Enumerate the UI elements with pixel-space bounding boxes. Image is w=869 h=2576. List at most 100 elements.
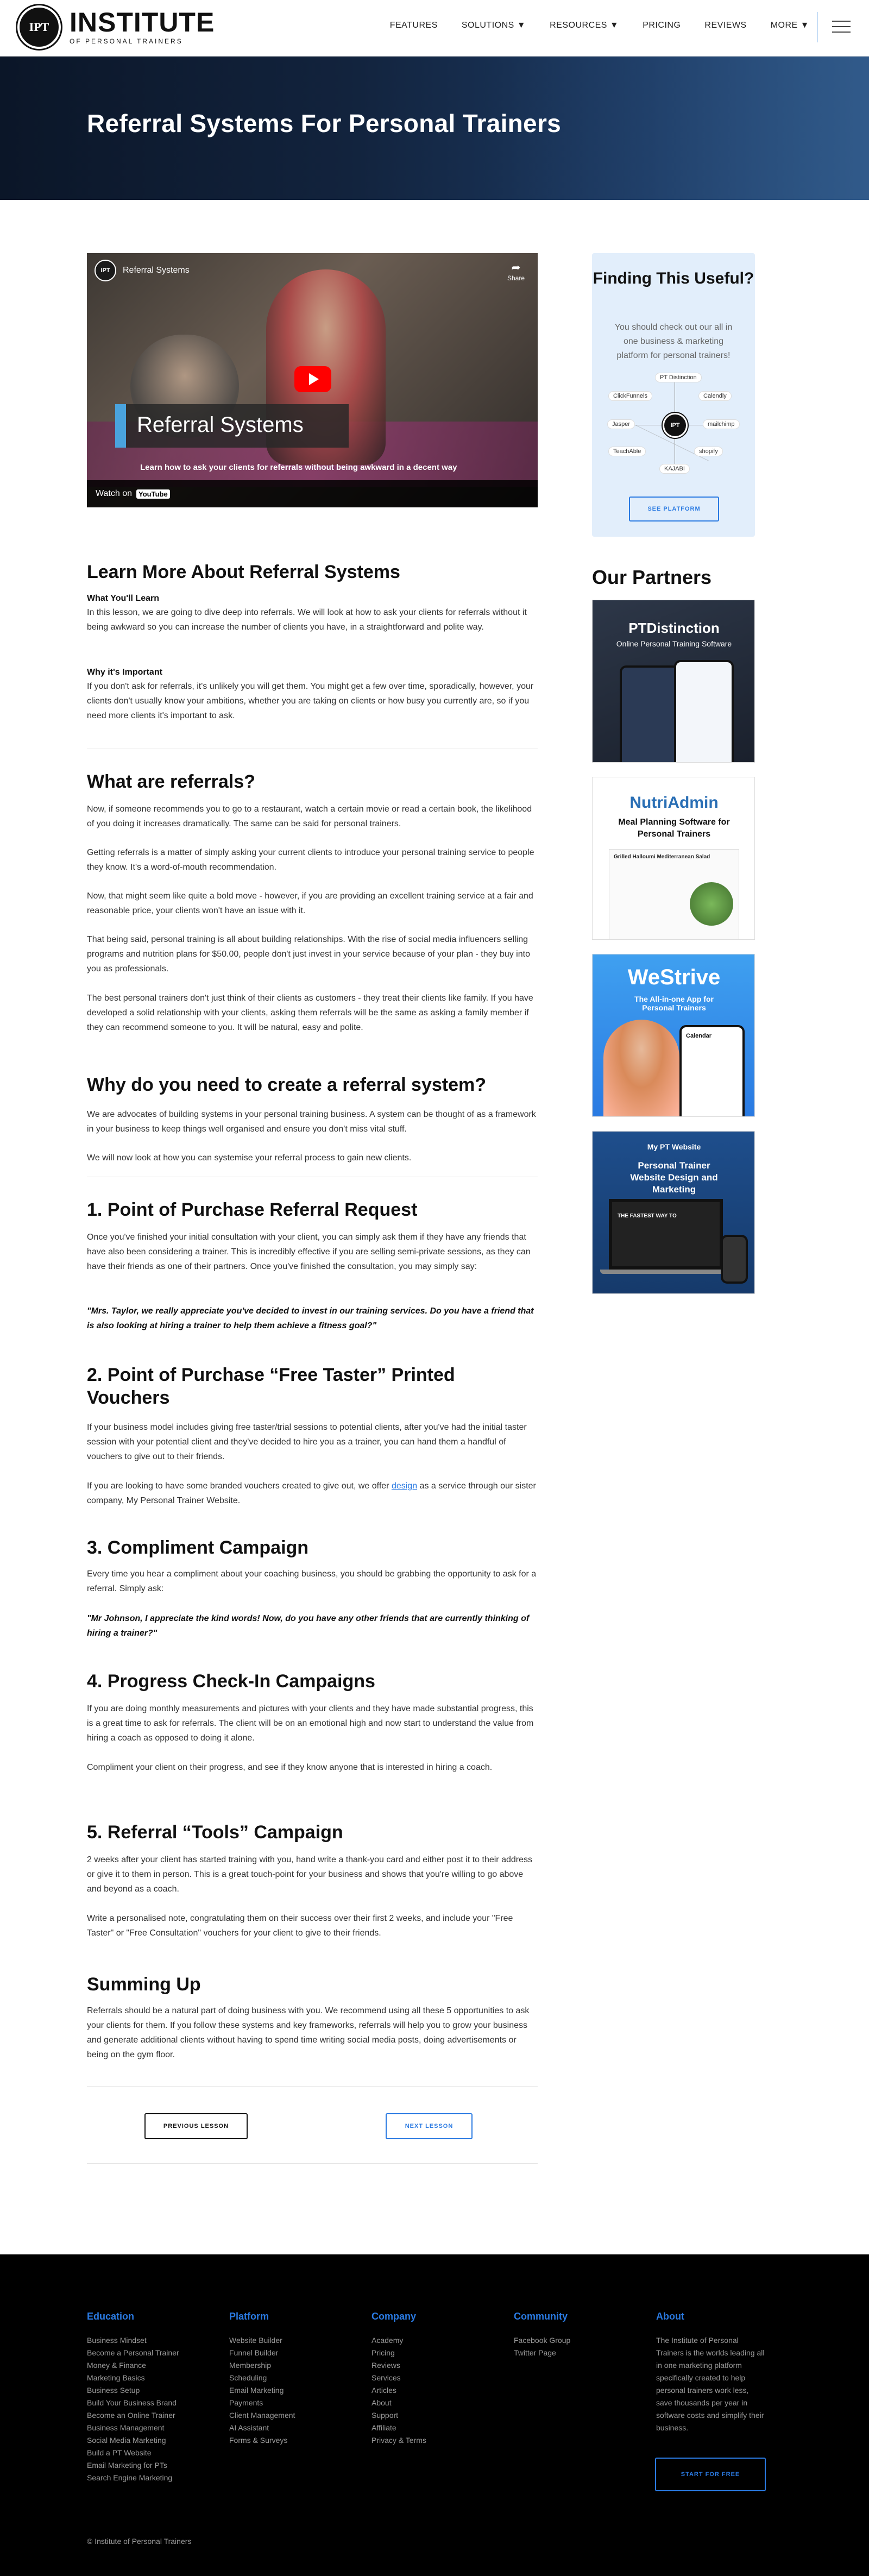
hamburger-menu-icon[interactable] [832, 21, 851, 34]
footer-link[interactable]: Articles [371, 2384, 426, 2397]
section-1-quote: "Mrs. Taylor, we really appreciate you'v… [87, 1306, 534, 1330]
footer-link[interactable]: Pricing [371, 2347, 426, 2359]
footer-link[interactable]: Become an Online Trainer [87, 2409, 179, 2422]
section-5-paragraph-2: Write a personalised note, congratulatin… [87, 1914, 513, 1938]
ad-logo: My PT Website [647, 1142, 701, 1151]
section-5-paragraph-1: 2 weeks after your client has started tr… [87, 1855, 532, 1894]
ad-title: NutriAdmin [629, 794, 719, 812]
ad-title: WeStrive [627, 965, 721, 989]
video-header: IPT Referral Systems [95, 260, 190, 281]
footer-link[interactable]: Become a Personal Trainer [87, 2347, 179, 2359]
footer-link[interactable]: Payments [229, 2397, 295, 2409]
section-1-paragraph: Once you've finished your initial consul… [87, 1233, 531, 1271]
partner-ad-ptdistinction[interactable]: PTDistinction Online Personal Training S… [592, 600, 755, 763]
hub-node-clickfunnels: ClickFunnels [608, 391, 652, 401]
section-2-paragraph-1: If your business model includes giving f… [87, 1423, 527, 1461]
site-logo[interactable]: IPT INSTITUTE OF PERSONAL TRAINERS [17, 5, 215, 49]
nav-features[interactable]: FEATURES [390, 21, 438, 30]
divider [87, 2086, 538, 2087]
footer-link[interactable]: Email Marketing for PTs [87, 2459, 179, 2472]
ad-title: Personal Trainer Website Design and Mark… [630, 1160, 718, 1195]
footer-link[interactable]: Business Management [87, 2422, 179, 2434]
why-text: If you don't ask for referrals, it's unl… [87, 682, 534, 720]
recipe-card: Grilled Halloumi Mediterranean Salad [609, 849, 739, 939]
footer-link[interactable]: Affiliate [371, 2422, 426, 2434]
footer-link[interactable]: Email Marketing [229, 2384, 295, 2397]
hub-logo: IPT [663, 413, 688, 438]
logo-badge: IPT [17, 5, 61, 49]
next-lesson-button[interactable]: NEXT LESSON [386, 2113, 473, 2139]
footer-link[interactable]: Academy [371, 2334, 426, 2347]
section-4-heading: 4. Progress Check-In Campaigns [87, 1671, 375, 1692]
play-icon [309, 373, 319, 385]
footer-link[interactable]: Twitter Page [514, 2347, 570, 2359]
section-3-paragraph: Every time you hear a compliment about y… [87, 1569, 537, 1593]
footer-link[interactable]: Support [371, 2409, 426, 2422]
footer-link[interactable]: Website Builder [229, 2334, 295, 2347]
nav-solutions[interactable]: SOLUTIONS ▼ [462, 21, 526, 30]
partner-ad-nutriadmin[interactable]: NutriAdmin Meal Planning Software for Pe… [592, 777, 755, 940]
watch-on-youtube[interactable]: Watch on YouTube [96, 489, 170, 499]
site-footer: Education Business Mindset Become a Pers… [0, 2254, 869, 2576]
footer-link[interactable]: Membership [229, 2359, 295, 2372]
why-label: Why it's Important [87, 668, 162, 677]
what-heading: What are referrals? [87, 771, 255, 792]
footer-link[interactable]: Facebook Group [514, 2334, 570, 2347]
footer-link[interactable]: Build Your Business Brand [87, 2397, 179, 2409]
ad-subtitle: Online Personal Training Software [616, 639, 732, 648]
footer-link[interactable]: Search Engine Marketing [87, 2472, 179, 2484]
nav-reviews[interactable]: REVIEWS [704, 21, 746, 30]
section-2-heading: 2. Point of Purchase “Free Taster” Print… [87, 1365, 455, 1408]
footer-column-about: About The Institute of Personal Trainers… [656, 2311, 765, 2434]
footer-link[interactable]: Scheduling [229, 2372, 295, 2384]
nav-more[interactable]: MORE ▼ [771, 21, 809, 30]
see-platform-button[interactable]: SEE PLATFORM [629, 497, 719, 522]
share-icon: ➦ [511, 262, 521, 274]
footer-link[interactable]: AI Assistant [229, 2422, 295, 2434]
hub-node-shopify: shopify [694, 447, 723, 456]
nav-pricing[interactable]: PRICING [643, 21, 681, 30]
footer-link[interactable]: Build a PT Website [87, 2447, 179, 2459]
learn-heading: Learn More About Referral Systems [87, 562, 400, 582]
lesson-content: IPT Referral Systems ➦ Share Referral Sys… [87, 253, 538, 2164]
video-embed[interactable]: IPT Referral Systems ➦ Share Referral Sys… [87, 253, 538, 507]
site-header: IPT INSTITUTE OF PERSONAL TRAINERS FEATU… [0, 0, 869, 56]
share-button[interactable]: ➦ Share [507, 261, 525, 282]
partners-heading: Our Partners [592, 566, 712, 588]
video-channel-title[interactable]: Referral Systems [123, 266, 190, 275]
start-for-free-button[interactable]: START FOR FREE [655, 2458, 766, 2491]
what-paragraph-4: That being said, personal training is al… [87, 935, 530, 973]
footer-link[interactable]: Money & Finance [87, 2359, 179, 2372]
hub-node-calendly: Calendly [698, 391, 732, 401]
partner-ad-mypt-website[interactable]: My PT Website Personal Trainer Website D… [592, 1131, 755, 1294]
nav-resources[interactable]: RESOURCES ▼ [550, 21, 619, 30]
hub-node-jasper: Jasper [607, 419, 635, 429]
footer-link[interactable]: Forms & Surveys [229, 2434, 295, 2447]
footer-column-platform: Platform Website Builder Funnel Builder … [229, 2311, 295, 2447]
promo-text: You should check out our all in one busi… [614, 323, 733, 360]
design-link[interactable]: design [392, 1481, 417, 1491]
footer-link[interactable]: Client Management [229, 2409, 295, 2422]
partner-ad-westrive[interactable]: WeStrive The All-in-one App for Personal… [592, 954, 755, 1117]
youtube-logo-icon: YouTube [136, 489, 170, 499]
video-title-card: Referral Systems [115, 404, 349, 448]
summing-up-heading: Summing Up [87, 1974, 201, 1995]
footer-link[interactable]: Privacy & Terms [371, 2434, 426, 2447]
play-button[interactable] [294, 366, 331, 392]
previous-lesson-button[interactable]: PREVIOUS LESSON [144, 2113, 248, 2139]
footer-link[interactable]: Reviews [371, 2359, 426, 2372]
trainer-photo [603, 1020, 679, 1116]
footer-link[interactable]: Business Setup [87, 2384, 179, 2397]
page-title: Referral Systems For Personal Trainers [87, 109, 562, 137]
logo-subtitle: OF PERSONAL TRAINERS [70, 37, 183, 45]
footer-link[interactable]: Funnel Builder [229, 2347, 295, 2359]
footer-link[interactable]: Services [371, 2372, 426, 2384]
copyright: © Institute of Personal Trainers [87, 2537, 192, 2546]
footer-link[interactable]: Social Media Marketing [87, 2434, 179, 2447]
section-4-paragraph-1: If you are doing monthly measurements an… [87, 1704, 534, 1743]
footer-link[interactable]: Business Mindset [87, 2334, 179, 2347]
phone-mockup [620, 665, 679, 762]
channel-avatar[interactable]: IPT [95, 260, 116, 281]
footer-link[interactable]: About [371, 2397, 426, 2409]
footer-link[interactable]: Marketing Basics [87, 2372, 179, 2384]
